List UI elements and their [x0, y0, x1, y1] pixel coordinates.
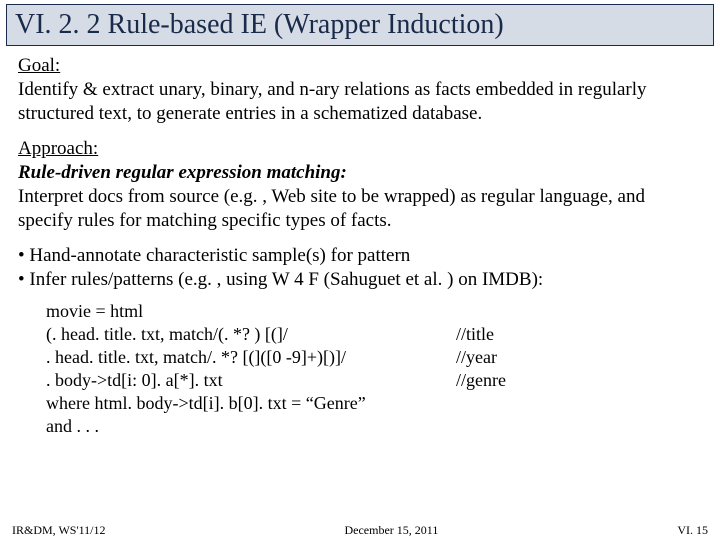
goal-label: Goal: — [18, 55, 60, 76]
code-line: (. head. title. txt, match/(. *? ) [(]/ — [46, 323, 456, 346]
footer-left: IR&DM, WS'11/12 — [12, 523, 106, 538]
footer-right: VI. 15 — [677, 523, 708, 538]
slide: VI. 2. 2 Rule-based IE (Wrapper Inductio… — [0, 4, 720, 544]
approach-text: Interpret docs from source (e.g. , Web s… — [18, 186, 645, 231]
bullet-item: • Infer rules/patterns (e.g. , using W 4… — [18, 268, 702, 292]
code-line: . head. title. txt, match/. *? [(]([0 -9… — [46, 346, 456, 369]
code-comment: //title — [456, 323, 494, 346]
code-line: and . . . — [46, 415, 456, 438]
footer: IR&DM, WS'11/12 December 15, 2011 VI. 15 — [0, 523, 720, 538]
code-comment: //year — [456, 346, 497, 369]
code-line: movie = html — [46, 300, 456, 323]
approach-label: Approach: — [18, 138, 98, 159]
code-line: where html. body->td[i]. b[0]. txt = “Ge… — [46, 392, 456, 415]
bullet-item: • Hand-annotate characteristic sample(s)… — [18, 244, 702, 268]
code-line: . body->td[i: 0]. a[*]. txt — [46, 369, 456, 392]
goal-section: Goal: Identify & extract unary, binary, … — [18, 54, 702, 125]
code-block: movie = html (. head. title. txt, match/… — [18, 300, 702, 438]
footer-center: December 15, 2011 — [344, 523, 438, 538]
code-comment: //genre — [456, 369, 506, 392]
bullet-list: • Hand-annotate characteristic sample(s)… — [18, 244, 702, 292]
approach-emphasis: Rule-driven regular expression matching: — [18, 162, 347, 183]
slide-title: VI. 2. 2 Rule-based IE (Wrapper Inductio… — [15, 9, 705, 41]
content-area: Goal: Identify & extract unary, binary, … — [0, 46, 720, 438]
title-bar: VI. 2. 2 Rule-based IE (Wrapper Inductio… — [6, 4, 714, 46]
goal-text: Identify & extract unary, binary, and n-… — [18, 79, 647, 124]
approach-section: Approach: Rule-driven regular expression… — [18, 137, 702, 232]
